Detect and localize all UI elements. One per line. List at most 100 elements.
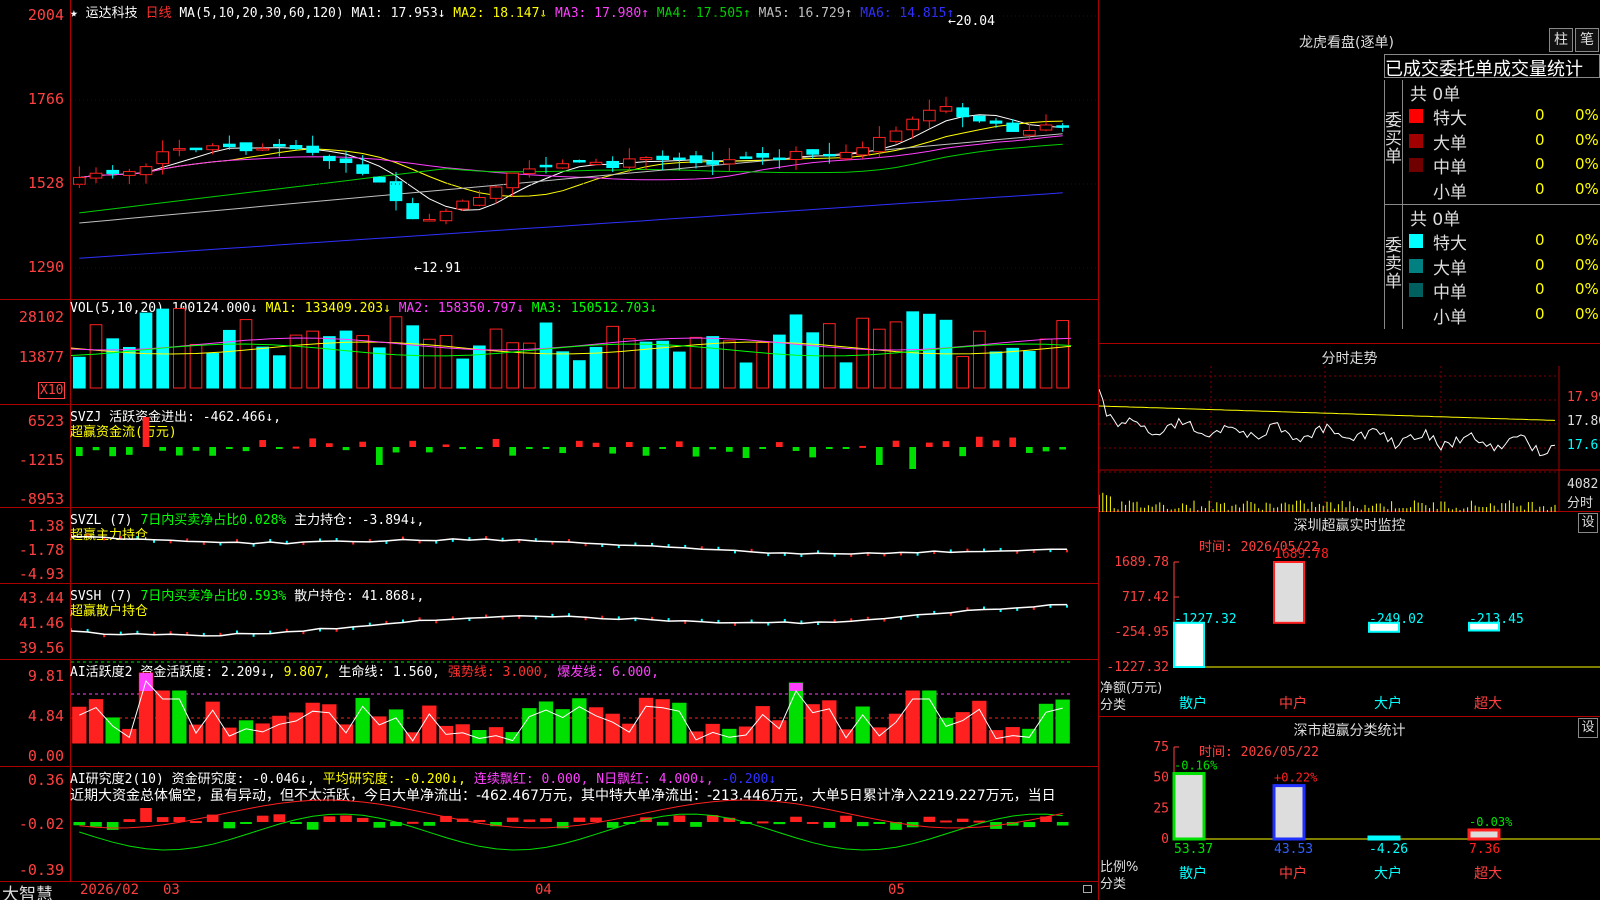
sell-swatch-1 [1409, 258, 1423, 273]
bar-mode-button[interactable]: 柱 [1549, 28, 1573, 52]
ai-active-tick-3: 0.00 [27, 747, 64, 765]
sell-row-0: 特大 0 0% [1403, 229, 1600, 254]
candle-body [373, 176, 386, 183]
svzj-bar [892, 440, 900, 447]
sz-class-category: 中户 [1279, 865, 1307, 882]
candle-body [823, 153, 836, 157]
ai-active-bar [188, 724, 204, 744]
ai-research-bar [856, 822, 869, 827]
volume-bar [573, 360, 586, 389]
price-panel[interactable]: ★ 运达科技 日线 MA(5,10,20,30,60,120) MA1: 17.… [0, 0, 1098, 300]
candle-body [273, 143, 286, 147]
volume-bar [456, 358, 470, 389]
candle-body [1023, 129, 1036, 136]
ai-research-bar [373, 822, 386, 828]
volume-bar [873, 328, 886, 389]
ai-active-bar [422, 705, 437, 744]
ai-research-bar [806, 821, 819, 824]
volume-bar [739, 362, 753, 389]
svzl-panel[interactable]: SVZL (7) 7日内买卖净占比0.028% 主力持仓: -3.894↓, 超… [0, 508, 1098, 584]
ai-active-bar [938, 717, 954, 744]
ai-active-bar [1055, 699, 1070, 744]
ai-research-bar [506, 817, 519, 822]
ai-research-bar [290, 822, 302, 824]
tab-volume-stats[interactable]: 成交量统计 [1493, 59, 1583, 77]
candle-body [423, 218, 436, 222]
svsh-line [71, 603, 1068, 638]
ai-active-bar [988, 730, 1004, 744]
svzl-line [71, 533, 1068, 558]
sz-monitor-xlabel: 分类 [1100, 698, 1127, 713]
ai-research-bar [690, 822, 702, 827]
lock-icon[interactable] [1083, 885, 1092, 893]
sz-class-change-label: -0.16% [1174, 759, 1218, 773]
candle-body [356, 164, 370, 174]
buy-row-label: 大单 [1433, 133, 1467, 154]
ai-research-bar [590, 817, 602, 822]
svzj-bars [76, 417, 1066, 469]
candle-body [589, 161, 603, 166]
candle-body [539, 164, 553, 168]
candle-body [1039, 124, 1053, 131]
svzj-bar [642, 447, 650, 456]
ai-research-bar [773, 822, 786, 825]
svzj-bar [442, 444, 450, 447]
intraday-vol-label: 4082 [1567, 477, 1599, 492]
ai-research-bar [1023, 822, 1036, 828]
ai-active-bar [388, 709, 404, 744]
sz-class-bar-0 [1172, 772, 1206, 841]
volume-bar [539, 322, 553, 389]
sz-monitor-ytick: -254.95 [1114, 625, 1169, 640]
tab-orders[interactable]: 委托单 [1439, 59, 1493, 77]
volume-bar [189, 343, 203, 389]
ai-research-panel[interactable]: AI研究度2(10) 资金研究度: -0.046↓, 平均研究度: -0.200… [0, 767, 1098, 882]
svzj-bar [726, 447, 733, 452]
buy-row-1: 大单 0 0% [1403, 129, 1600, 154]
svzj-bar [242, 447, 250, 452]
volume-bar [723, 340, 736, 389]
ai-research-bar [940, 820, 952, 823]
intraday-price-1: 17.99 [1567, 390, 1600, 405]
ma-line-2 [79, 120, 1063, 197]
buy-swatch-0 [1409, 109, 1423, 123]
date-axis: 大智慧 2026/02 03 04 05 [0, 882, 1098, 900]
candle-body [123, 171, 136, 176]
volume-bar [623, 338, 636, 389]
ai-research-bar [190, 821, 202, 824]
intraday-price-2: 17.80 [1567, 414, 1600, 429]
candle-body [773, 157, 786, 161]
ai-active-panel[interactable]: AI活跃度2 资金活跃度: 2.209↓, 9.807, 生命线: 1.560,… [0, 660, 1098, 767]
svsh-panel[interactable]: SVSH (7) 7日内买卖净占比0.593% 散户持仓: 41.868↓, 超… [0, 584, 1098, 660]
ai-active-bar [805, 704, 820, 744]
candle-body [939, 106, 953, 112]
sell-row-pct: 0% [1575, 280, 1599, 298]
date-tick-3: 04 [535, 882, 552, 898]
volume-bar [956, 356, 969, 389]
svsh-line [71, 603, 1068, 637]
volume-bar [989, 351, 1003, 389]
volume-panel[interactable]: VOL(5,10,20) 100124.000↓ MA1: 133409.203… [0, 300, 1098, 405]
volume-bar [439, 335, 453, 389]
candlestick-chart[interactable] [71, 0, 1098, 300]
svzj-bar [92, 447, 100, 451]
volume-bar [756, 341, 769, 389]
ai-research-bar [1056, 822, 1069, 826]
buy-swatch-3 [1409, 182, 1423, 197]
ai-active-burst-cap [789, 683, 803, 691]
ai-research-tick-1: 0.36 [27, 771, 64, 789]
volume-bar [139, 312, 153, 389]
sz-class-category: 超大 [1474, 866, 1502, 882]
ai-active-bar [605, 713, 620, 744]
tab-filled[interactable]: 已成交 [1385, 59, 1439, 77]
pen-mode-button[interactable]: 笔 [1575, 28, 1599, 52]
sell-row-count: 0 [1535, 304, 1545, 323]
intraday-panel[interactable]: 分时走势 17.99 17.80 17.61 4082 分时 [1099, 344, 1600, 512]
price-tick-1: 2004 [27, 6, 64, 24]
sz-monitor-bar-0 [1173, 621, 1205, 668]
price-tick-4: 1290 [27, 258, 64, 276]
svzj-bar [409, 440, 416, 447]
svzj-panel[interactable]: SVZJ 活跃资金进出: -462.466↓, 超赢资金流(万元) 6523 -… [0, 405, 1098, 508]
candle-body [889, 130, 903, 142]
ai-research-bar [273, 814, 286, 822]
svzj-bar [109, 447, 116, 457]
